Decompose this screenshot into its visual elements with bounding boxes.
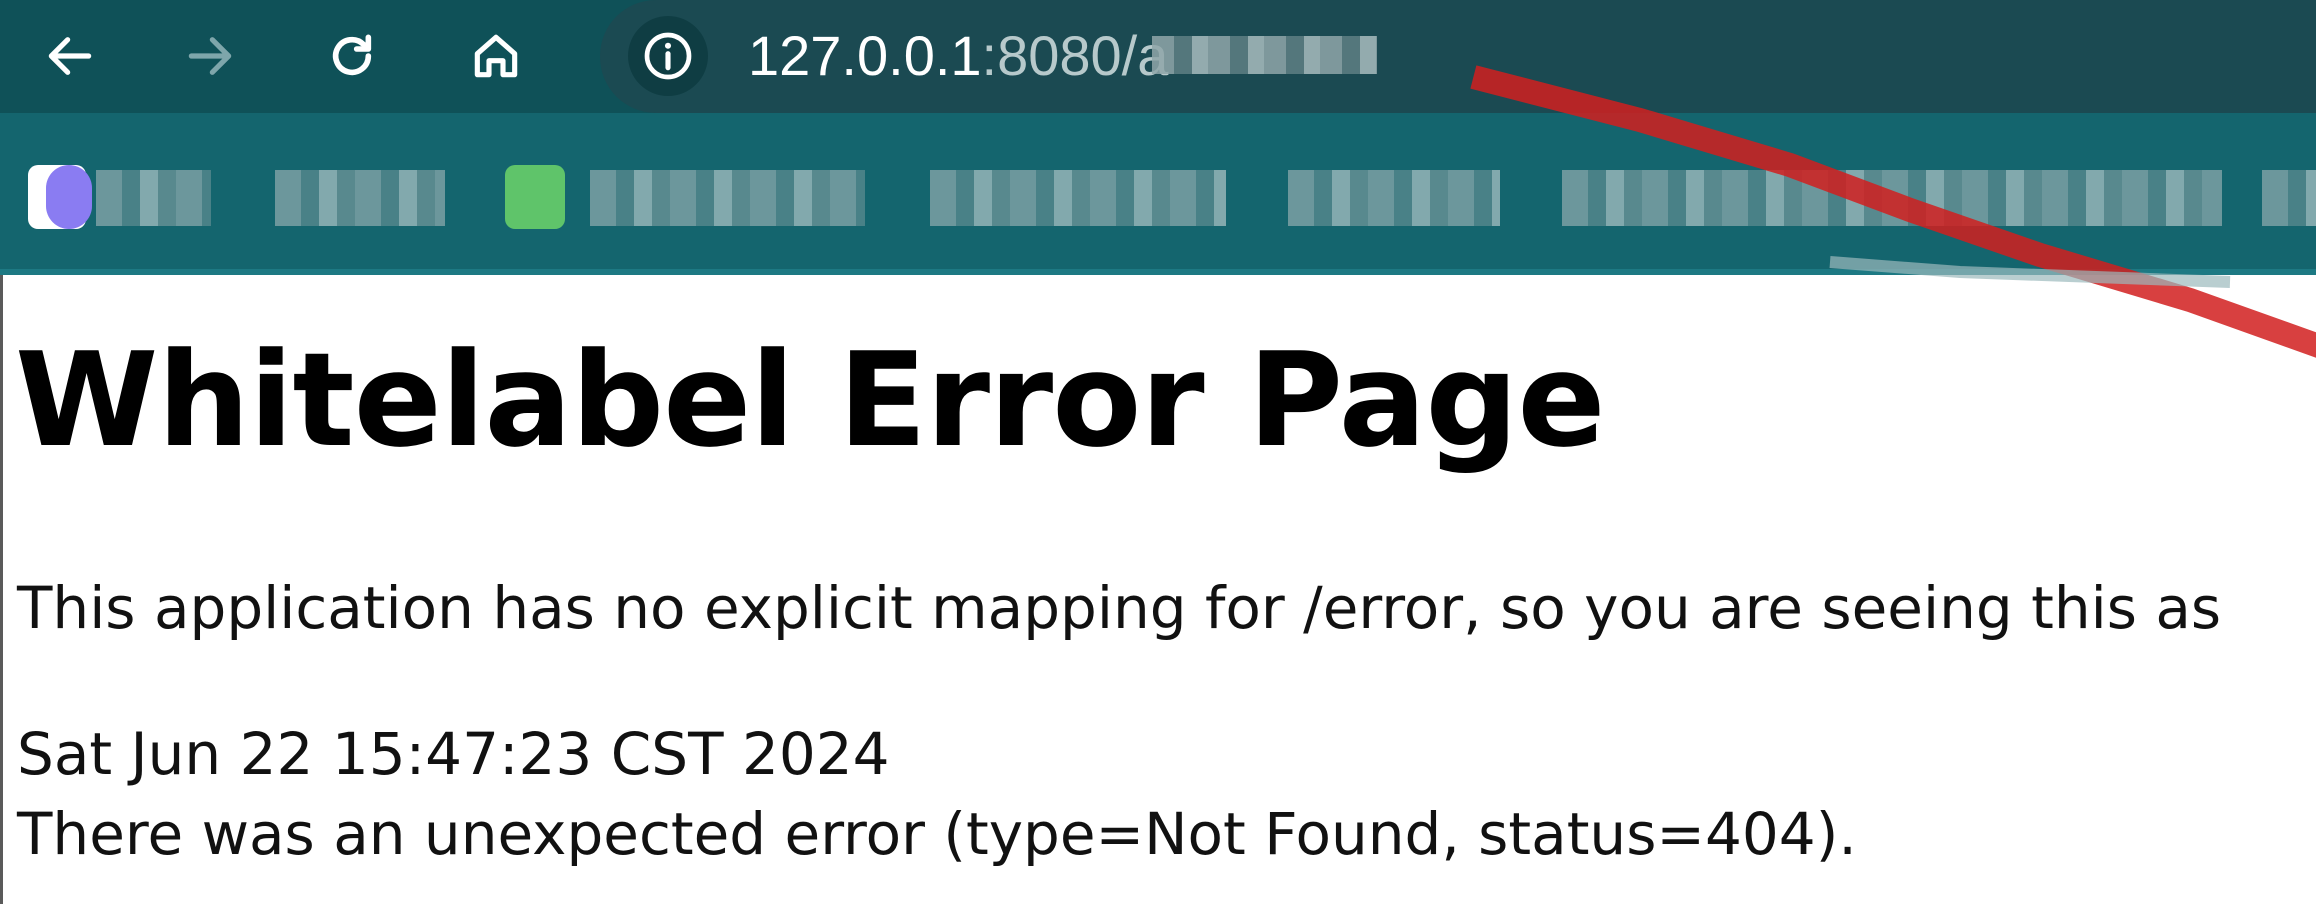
url-port-path: :8080/a xyxy=(981,24,1169,87)
info-icon xyxy=(644,32,692,80)
reload-icon xyxy=(332,34,372,76)
arrow-right-icon xyxy=(188,37,232,75)
bookmark-item[interactable] xyxy=(930,170,1226,226)
back-button[interactable] xyxy=(22,12,118,100)
site-info-button[interactable] xyxy=(628,16,708,96)
arrow-left-icon xyxy=(48,37,92,75)
bookmark-item[interactable] xyxy=(1288,170,1500,226)
error-message: This application has no explicit mapping… xyxy=(17,574,2222,642)
page-content: Whitelabel Error Page This application h… xyxy=(0,275,2316,904)
bookmark-item[interactable] xyxy=(96,170,211,226)
bookmark-item[interactable] xyxy=(590,170,865,226)
forward-button[interactable] xyxy=(162,12,258,100)
bookmark-item[interactable] xyxy=(1562,170,2222,226)
error-detail: There was an unexpected error (type=Not … xyxy=(17,800,1857,868)
error-timestamp: Sat Jun 22 15:47:23 CST 2024 xyxy=(17,720,890,788)
home-button[interactable] xyxy=(448,12,544,100)
bookmark-favicon xyxy=(46,165,92,229)
page-title: Whitelabel Error Page xyxy=(15,324,1606,476)
url-redacted-region xyxy=(1152,36,1377,74)
url-text[interactable]: 127.0.0.1:8080/a xyxy=(748,12,1168,100)
home-icon xyxy=(474,34,518,78)
url-host: 127.0.0.1 xyxy=(748,24,982,87)
reload-button[interactable] xyxy=(304,12,400,100)
bookmark-item[interactable] xyxy=(275,170,445,226)
bookmark-favicon xyxy=(505,165,565,229)
bookmark-folder[interactable] xyxy=(2262,170,2316,226)
